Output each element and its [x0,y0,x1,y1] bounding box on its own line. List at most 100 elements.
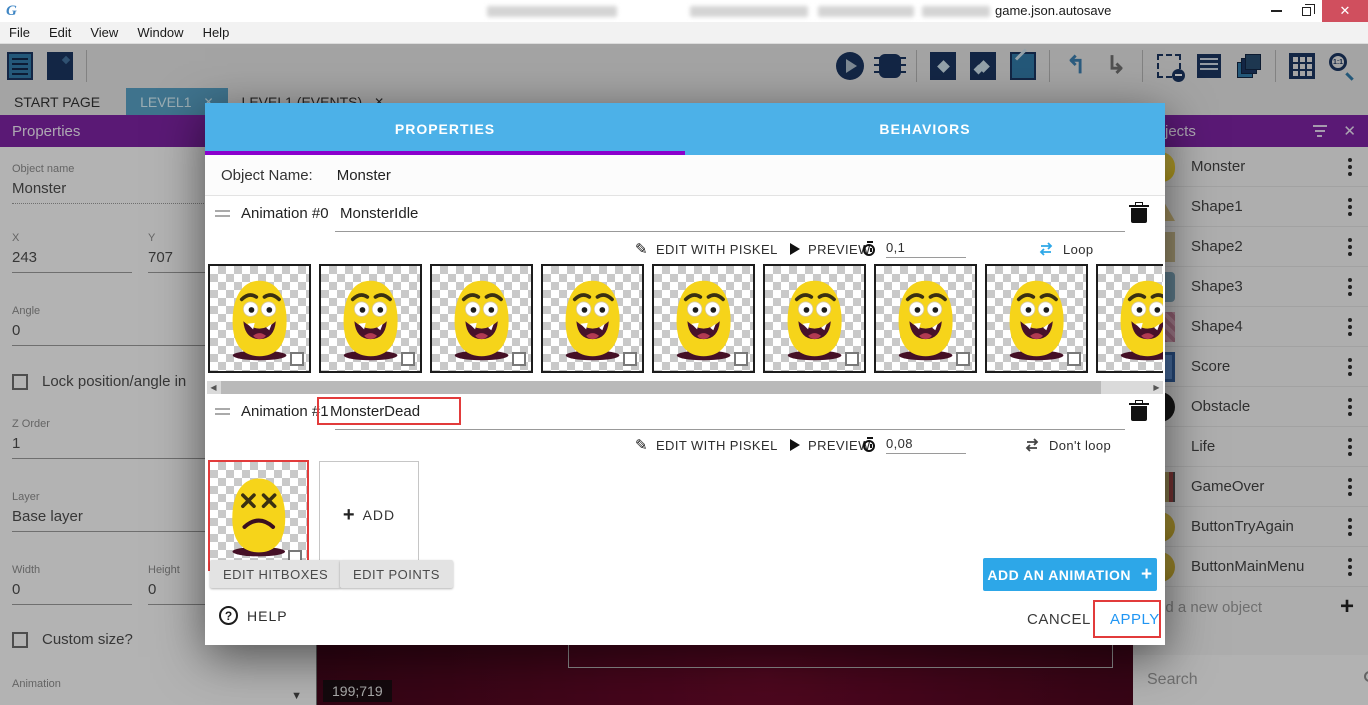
object-name-row: Object Name: Monster [205,155,1165,196]
frame-expand-icon [1067,352,1081,366]
edit-with-piskel-button[interactable]: ✎ EDIT WITH PISKEL [635,234,778,264]
time-between-frames: 0,08 [862,430,966,460]
frame-expand-icon [956,352,970,366]
object-editor-dialog: PROPERTIES BEHAVIORS Object Name: Monste… [205,103,1165,645]
monster-idle-sprite [1107,269,1163,369]
tab-properties[interactable]: PROPERTIES [205,103,685,155]
edit-with-piskel-button[interactable]: ✎ EDIT WITH PISKEL [635,430,778,460]
blurred-title-text [818,6,914,17]
plus-icon: + [343,504,355,527]
menu-item[interactable]: View [90,25,118,40]
frame-expand-icon [290,352,304,366]
animation-frame-thumbnail[interactable] [763,264,866,373]
frames-scrollbar[interactable]: ◀ ▶ [207,381,1163,394]
pencil-icon: ✎ [635,240,648,258]
frame-expand-icon [845,352,859,366]
cancel-button[interactable]: CANCEL [1027,611,1091,628]
dialog-tab-bar: PROPERTIES BEHAVIORS [205,103,1165,155]
blurred-title-text [487,6,617,17]
monster-idle-sprite [330,269,411,369]
frame-expand-icon [623,352,637,366]
help-button[interactable]: ? HELP [219,606,288,625]
tab-behaviors[interactable]: BEHAVIORS [685,103,1165,155]
menu-item[interactable]: File [9,25,30,40]
edit-points-button[interactable]: EDIT POINTS [340,560,453,588]
blurred-title-text [922,6,990,17]
animation1-frames: + ADD [208,460,419,573]
drag-handle-icon[interactable] [215,408,230,410]
preview-button[interactable]: PREVIEW [790,430,871,460]
monster-dead-sprite [219,465,299,567]
time-between-frames: 0,1 [862,234,966,264]
monster-idle-sprite [219,269,300,369]
object-name-input[interactable]: Monster [337,167,391,184]
window-title: game.json.autosave [995,3,1111,18]
blurred-title-text [690,6,808,17]
help-icon: ? [219,606,238,625]
monster-idle-sprite [663,269,744,369]
animation0-header: Animation #0 MonsterIdle [205,196,1165,234]
dialog-footer: ? HELP CANCEL APPLY [205,591,1165,645]
close-button[interactable]: ✕ [1322,0,1368,22]
animation-frame-thumbnail[interactable] [430,264,533,373]
animation1-controls: ✎ EDIT WITH PISKEL PREVIEW 0,08 Don't lo… [205,430,1165,460]
animation0-frames [208,264,1163,377]
stopwatch-icon [862,437,878,453]
animation-frame-thumbnail-selected[interactable] [208,460,309,571]
preview-button[interactable]: PREVIEW [790,234,871,264]
scrollbar-thumb[interactable] [221,381,1101,394]
monster-idle-sprite [552,269,633,369]
frame-expand-icon [401,352,415,366]
animation-frame-thumbnail[interactable] [319,264,422,373]
animation-frame-thumbnail[interactable] [874,264,977,373]
plus-icon: + [1141,564,1153,586]
animation-frame-thumbnail[interactable] [1096,264,1163,373]
frame-expand-icon [734,352,748,366]
loop-toggle[interactable]: Don't loop [1023,430,1111,460]
title-bar: G game.json.autosave ✕ [0,0,1368,22]
loop-icon [1037,242,1055,256]
frame-expand-icon [512,352,526,366]
add-frame-button[interactable]: + ADD [319,461,419,569]
stopwatch-icon [862,241,878,257]
add-animation-button[interactable]: ADD AN ANIMATION + [983,558,1157,591]
object-name-label: Object Name: [221,167,313,184]
edit-hitboxes-button[interactable]: EDIT HITBOXES [210,560,341,588]
animation-frame-thumbnail[interactable] [208,264,311,373]
animation0-index-label: Animation #0 [241,205,329,222]
time-input[interactable]: 0,1 [886,240,966,258]
animation1-header: Animation #1 MonsterDead [205,394,1165,432]
menu-item[interactable]: Edit [49,25,71,40]
play-icon [790,243,800,255]
animation0-controls: ✎ EDIT WITH PISKEL PREVIEW 0,1 Loop [205,234,1165,264]
animation-frame-thumbnail[interactable] [541,264,644,373]
monster-idle-sprite [996,269,1077,369]
pencil-icon: ✎ [635,436,648,454]
play-icon [790,439,800,451]
animation-frame-thumbnail[interactable] [652,264,755,373]
time-input[interactable]: 0,08 [886,436,966,454]
menu-item[interactable]: Window [137,25,183,40]
menu-item[interactable]: Help [203,25,230,40]
monster-idle-sprite [774,269,855,369]
minimize-button[interactable] [1262,0,1290,22]
menu-bar: File Edit View Window Help [0,22,1368,44]
gdevelop-logo-icon: G [6,3,17,20]
loop-toggle[interactable]: Loop [1037,234,1094,264]
drag-handle-icon[interactable] [215,210,230,212]
annotation-red-box [1093,600,1161,638]
scroll-left-icon[interactable]: ◀ [207,383,220,392]
animation1-index-label: Animation #1 [241,403,329,420]
delete-animation-icon[interactable] [1131,203,1147,223]
animation0-name-input[interactable]: MonsterIdle [340,205,418,222]
loop-icon [1023,438,1041,452]
annotation-red-box [317,397,461,425]
monster-idle-sprite [885,269,966,369]
restore-button[interactable] [1292,0,1320,22]
gdevelop-window: G game.json.autosave ✕ File Edit View Wi… [0,0,1368,705]
monster-idle-sprite [441,269,522,369]
animation0-name-underline [335,231,1125,232]
scroll-right-icon[interactable]: ▶ [1150,383,1163,392]
animation-frame-thumbnail[interactable] [985,264,1088,373]
delete-animation-icon[interactable] [1131,401,1147,421]
